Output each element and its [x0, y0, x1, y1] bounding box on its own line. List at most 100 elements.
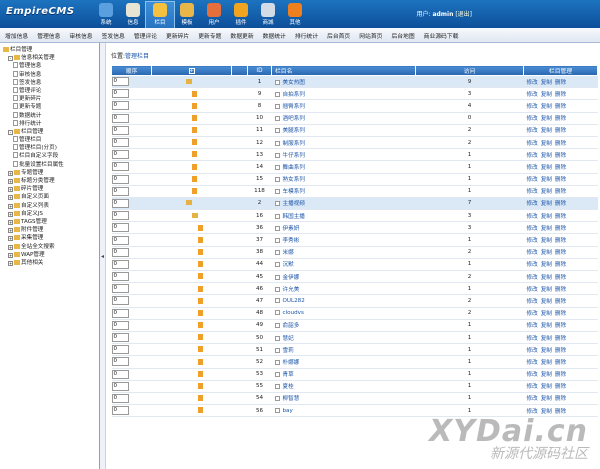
edit-link[interactable]: 修改 [527, 323, 538, 329]
delete-link[interactable]: 删除 [555, 299, 566, 305]
row-checkbox[interactable] [274, 262, 280, 268]
subnav-item[interactable]: 排行统计 [295, 31, 318, 40]
tree-item[interactable]: + TAGS管理 [3, 218, 99, 226]
page-icon[interactable] [197, 407, 203, 414]
tree-item[interactable]: 栏目管理 [3, 46, 99, 54]
edit-link[interactable]: 修改 [527, 104, 538, 110]
copy-link[interactable]: 复制 [541, 238, 552, 244]
tree-item[interactable]: + 全站全文搜索 [3, 243, 99, 251]
delete-link[interactable]: 删除 [555, 275, 566, 281]
collapse-icon[interactable]: - [8, 129, 13, 135]
delete-link[interactable]: 删除 [555, 250, 566, 256]
copy-link[interactable]: 复制 [541, 189, 552, 195]
page-icon[interactable] [197, 236, 203, 243]
column-name-link[interactable]: 青草 [283, 372, 294, 378]
delete-link[interactable]: 删除 [555, 262, 566, 268]
tree-item[interactable]: + 其他相关 [3, 259, 99, 267]
order-input[interactable]: 0 [111, 198, 129, 208]
order-input[interactable]: 0 [111, 320, 129, 330]
order-input[interactable]: 0 [111, 381, 129, 391]
delete-link[interactable]: 删除 [555, 372, 566, 378]
column-name-link[interactable]: 美女热图 [283, 80, 305, 86]
page-icon[interactable] [191, 127, 197, 134]
nav-system[interactable]: 系统 [92, 2, 120, 28]
page-icon[interactable] [197, 309, 203, 316]
page-icon[interactable] [197, 383, 203, 390]
page-icon[interactable] [197, 248, 203, 255]
row-checkbox[interactable] [274, 213, 280, 219]
tree-item[interactable]: + 专题管理 [3, 169, 99, 177]
tree-item[interactable]: + 标题分类管理 [3, 177, 99, 185]
delete-link[interactable]: 删除 [555, 80, 566, 86]
row-checkbox[interactable] [274, 91, 280, 97]
expand-icon[interactable]: + [8, 179, 13, 184]
page-icon[interactable] [191, 188, 197, 195]
page-icon[interactable] [191, 90, 197, 97]
copy-link[interactable]: 复制 [541, 92, 552, 98]
row-checkbox[interactable] [274, 128, 280, 134]
edit-link[interactable]: 修改 [527, 336, 538, 342]
expand-icon[interactable]: + [8, 260, 13, 266]
column-name-link[interactable]: 自拍系列 [283, 92, 305, 98]
copy-link[interactable]: 复制 [541, 360, 552, 366]
delete-link[interactable]: 删除 [555, 287, 566, 293]
column-name-link[interactable]: 酒吧系列 [283, 116, 305, 122]
copy-link[interactable]: 复制 [541, 250, 552, 256]
collapse-icon[interactable]: - [8, 56, 13, 62]
nav-template[interactable]: 模板 [173, 2, 201, 28]
column-name-link[interactable]: 雪莉 [283, 348, 294, 354]
subnav-item[interactable]: 更新专题 [198, 31, 221, 40]
page-icon[interactable] [197, 334, 203, 341]
delete-link[interactable]: 删除 [555, 153, 566, 159]
row-checkbox[interactable] [274, 238, 280, 244]
row-checkbox[interactable] [274, 310, 280, 316]
page-icon[interactable] [197, 261, 203, 268]
column-name-link[interactable]: 李秀彬 [283, 238, 300, 244]
breadcrumb-link[interactable]: 管理栏目 [125, 53, 149, 60]
expand-icon[interactable]: + [8, 187, 13, 193]
tree-item[interactable]: 签发信息 [3, 78, 99, 87]
tree-item[interactable]: 数据统计 [3, 111, 99, 120]
order-input[interactable]: 0 [111, 101, 129, 111]
page-icon[interactable] [191, 139, 197, 146]
expand-icon[interactable]: + [8, 195, 13, 201]
edit-link[interactable]: 修改 [527, 311, 538, 317]
tree-item[interactable]: 排行统计 [3, 119, 99, 128]
tree-item[interactable]: - 信息相关管理 [3, 54, 99, 62]
page-icon[interactable] [197, 322, 203, 329]
expand-icon[interactable]: + [8, 211, 13, 217]
copy-link[interactable]: 复制 [541, 396, 552, 402]
page-icon[interactable] [197, 273, 203, 280]
logout-link[interactable]: [退出] [455, 11, 472, 18]
folder-icon[interactable] [185, 200, 192, 206]
column-name-link[interactable]: 柳智慧 [283, 396, 300, 402]
row-checkbox[interactable] [274, 189, 280, 195]
copy-link[interactable]: 复制 [541, 201, 552, 207]
order-input[interactable]: 0 [111, 357, 129, 367]
copy-link[interactable]: 复制 [541, 128, 552, 134]
copy-link[interactable]: 复制 [541, 299, 552, 305]
delete-link[interactable]: 删除 [555, 214, 566, 220]
edit-link[interactable]: 修改 [527, 80, 538, 86]
edit-link[interactable]: 修改 [527, 287, 538, 293]
subnav-item[interactable]: 增加信息 [5, 31, 28, 40]
folder-icon[interactable] [185, 78, 192, 84]
edit-link[interactable]: 修改 [527, 177, 538, 183]
subnav-item[interactable]: 后台地图 [391, 31, 414, 40]
page-icon[interactable] [197, 224, 203, 231]
edit-link[interactable]: 修改 [527, 299, 538, 305]
copy-link[interactable]: 复制 [541, 141, 552, 147]
edit-link[interactable]: 修改 [527, 116, 538, 122]
order-input[interactable]: 0 [111, 150, 129, 160]
order-input[interactable]: 0 [111, 186, 129, 196]
tree-item[interactable]: 管理信息 [3, 62, 99, 70]
page-icon[interactable] [197, 297, 203, 304]
row-checkbox[interactable] [274, 297, 280, 303]
order-input[interactable]: 0 [111, 284, 129, 294]
row-checkbox[interactable] [274, 274, 280, 280]
column-name-link[interactable]: 朴娜娜 [283, 360, 300, 366]
row-checkbox[interactable] [274, 286, 280, 292]
nav-user[interactable]: 用户 [200, 2, 228, 28]
subnav-item[interactable]: 商业源码下载 [424, 31, 459, 40]
order-input[interactable]: 0 [111, 259, 129, 269]
